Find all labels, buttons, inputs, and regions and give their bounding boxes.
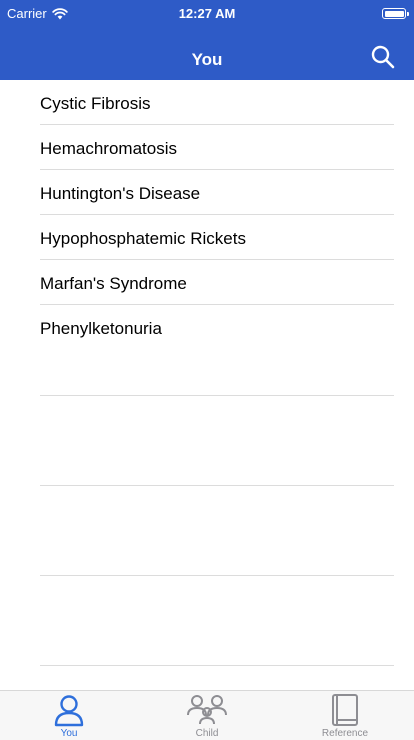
condition-label: Hemachromatosis bbox=[40, 139, 177, 158]
book-icon bbox=[332, 694, 358, 726]
search-icon bbox=[371, 45, 395, 69]
list-item[interactable]: Cystic Fibrosis bbox=[0, 80, 414, 125]
row-divider bbox=[40, 575, 394, 576]
tab-child[interactable]: Child bbox=[138, 691, 276, 740]
row-divider bbox=[40, 395, 394, 396]
page-title: You bbox=[191, 50, 223, 69]
condition-label: Huntington's Disease bbox=[40, 184, 201, 203]
person-icon bbox=[54, 695, 84, 727]
tab-you[interactable]: You bbox=[0, 691, 138, 740]
list-item[interactable]: Hemachromatosis bbox=[0, 125, 414, 170]
condition-label: Cystic Fibrosis bbox=[40, 94, 151, 113]
list-item[interactable]: Phenylketonuria bbox=[0, 305, 414, 350]
status-bar: Carrier 12:27 AM bbox=[0, 0, 414, 28]
tab-bar: You Child Reference bbox=[0, 690, 414, 740]
condition-label: Hypophosphatemic Rickets bbox=[40, 229, 246, 248]
navigation-bar: Carrier 12:27 AM You bbox=[0, 0, 414, 80]
condition-label: Phenylketonuria bbox=[40, 319, 162, 338]
row-divider bbox=[40, 485, 394, 486]
tab-reference[interactable]: Reference bbox=[276, 691, 414, 740]
search-button[interactable] bbox=[370, 44, 396, 70]
row-divider bbox=[40, 665, 394, 666]
tab-label: Child bbox=[195, 728, 219, 739]
tab-label: You bbox=[60, 728, 78, 739]
list-item[interactable]: Huntington's Disease bbox=[0, 170, 414, 215]
conditions-list: Cystic Fibrosis Hemachromatosis Huntingt… bbox=[0, 80, 414, 350]
condition-label: Marfan's Syndrome bbox=[40, 274, 187, 293]
battery-icon bbox=[382, 8, 409, 19]
tab-label: Reference bbox=[321, 728, 369, 739]
list-item[interactable]: Marfan's Syndrome bbox=[0, 260, 414, 305]
family-icon bbox=[187, 695, 227, 725]
list-item[interactable]: Hypophosphatemic Rickets bbox=[0, 215, 414, 260]
status-time: 12:27 AM bbox=[178, 6, 236, 21]
